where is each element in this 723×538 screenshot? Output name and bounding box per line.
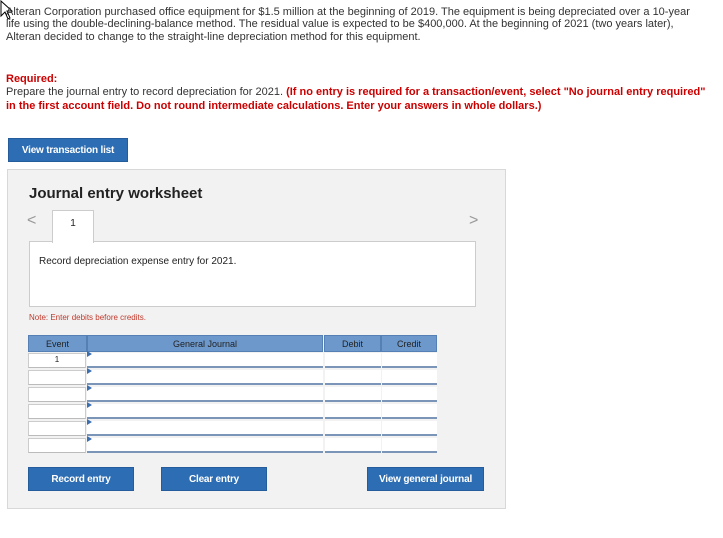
- event-cell: [28, 404, 86, 419]
- debit-input[interactable]: [325, 421, 381, 436]
- journal-entry-worksheet-panel: Journal entry worksheet < 1 > Record dep…: [7, 169, 506, 509]
- credit-input[interactable]: [382, 387, 437, 402]
- clear-entry-button[interactable]: Clear entry: [161, 467, 267, 491]
- account-input[interactable]: [87, 351, 323, 368]
- debit-input[interactable]: [325, 404, 381, 419]
- view-transaction-list-button[interactable]: View transaction list: [8, 138, 128, 162]
- event-cell: 1: [28, 353, 86, 368]
- row-marker-icon: [87, 385, 92, 391]
- credit-input[interactable]: [382, 404, 437, 419]
- account-input[interactable]: [87, 419, 323, 436]
- credit-input[interactable]: [382, 421, 437, 436]
- next-arrow-icon[interactable]: >: [469, 212, 478, 230]
- required-instructions: Prepare the journal entry to record depr…: [6, 86, 706, 113]
- previous-arrow-icon[interactable]: <: [27, 212, 36, 230]
- header-event: Event: [28, 335, 87, 352]
- header-debit: Debit: [324, 335, 381, 352]
- account-input[interactable]: [87, 385, 323, 402]
- credit-input[interactable]: [382, 353, 437, 368]
- header-credit: Credit: [381, 335, 437, 352]
- debit-input[interactable]: [325, 370, 381, 385]
- header-general-journal: General Journal: [87, 335, 323, 352]
- debits-note: Note: Enter debits before credits.: [29, 313, 146, 322]
- credit-input[interactable]: [382, 438, 437, 453]
- account-input[interactable]: [87, 402, 323, 419]
- entry-description: Record depreciation expense entry for 20…: [39, 256, 237, 267]
- row-marker-icon: [87, 351, 92, 357]
- debit-input[interactable]: [325, 387, 381, 402]
- event-cell: [28, 438, 86, 453]
- row-marker-icon: [87, 402, 92, 408]
- record-entry-button[interactable]: Record entry: [28, 467, 134, 491]
- view-general-journal-button[interactable]: View general journal: [367, 467, 484, 491]
- debit-input[interactable]: [325, 438, 381, 453]
- row-marker-icon: [87, 368, 92, 374]
- row-marker-icon: [87, 436, 92, 442]
- entry-description-box: Record depreciation expense entry for 20…: [29, 241, 476, 307]
- problem-statement: Alteran Corporation purchased office equ…: [6, 6, 690, 43]
- debit-input[interactable]: [325, 353, 381, 368]
- row-marker-icon: [87, 419, 92, 425]
- required-label: Required:: [6, 73, 58, 85]
- worksheet-title: Journal entry worksheet: [29, 185, 203, 202]
- event-cell: [28, 387, 86, 402]
- account-input[interactable]: [87, 368, 323, 385]
- credit-input[interactable]: [382, 370, 437, 385]
- event-cell: [28, 370, 86, 385]
- tab-entry-1[interactable]: 1: [52, 210, 94, 243]
- event-cell: [28, 421, 86, 436]
- required-plain-text: Prepare the journal entry to record depr…: [6, 86, 287, 98]
- account-input[interactable]: [87, 436, 323, 453]
